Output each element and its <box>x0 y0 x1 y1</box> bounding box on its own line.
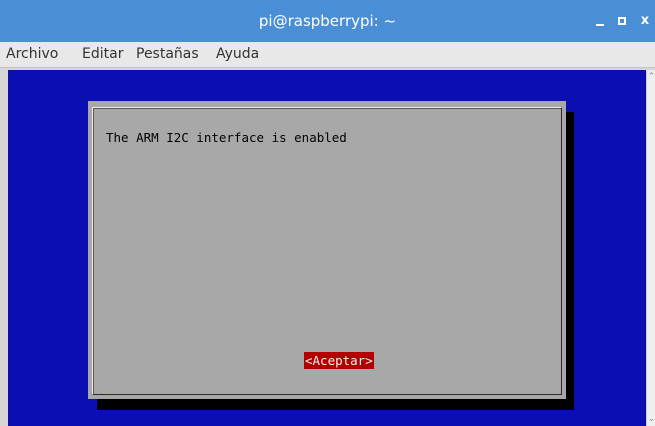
menu-archivo[interactable]: Archivo <box>6 46 58 62</box>
scroll-down-icon[interactable]: ⌄ <box>647 414 655 424</box>
maximize-icon[interactable] <box>614 13 630 29</box>
menu-ayuda[interactable]: Ayuda <box>216 46 259 62</box>
menubar: Archivo Editar Pestañas Ayuda <box>0 42 655 68</box>
minimize-icon[interactable] <box>592 13 608 29</box>
terminal-left-margin <box>0 70 8 426</box>
window-titlebar[interactable]: pi@raspberrypi: ~ x <box>0 0 655 42</box>
info-dialog: The ARM I2C interface is enabled <Acepta… <box>88 101 566 399</box>
close-icon[interactable]: x <box>637 13 653 29</box>
menu-editar[interactable]: Editar <box>82 46 123 62</box>
scroll-up-icon[interactable]: ⌃ <box>647 72 655 82</box>
accept-button[interactable]: <Aceptar> <box>304 352 374 369</box>
window-title: pi@raspberrypi: ~ <box>258 12 397 30</box>
terminal-scrollbar[interactable]: ⌃ ⌄ <box>646 70 655 426</box>
menu-pestanas[interactable]: Pestañas <box>136 46 199 62</box>
dialog-message: The ARM I2C interface is enabled <box>106 130 347 145</box>
